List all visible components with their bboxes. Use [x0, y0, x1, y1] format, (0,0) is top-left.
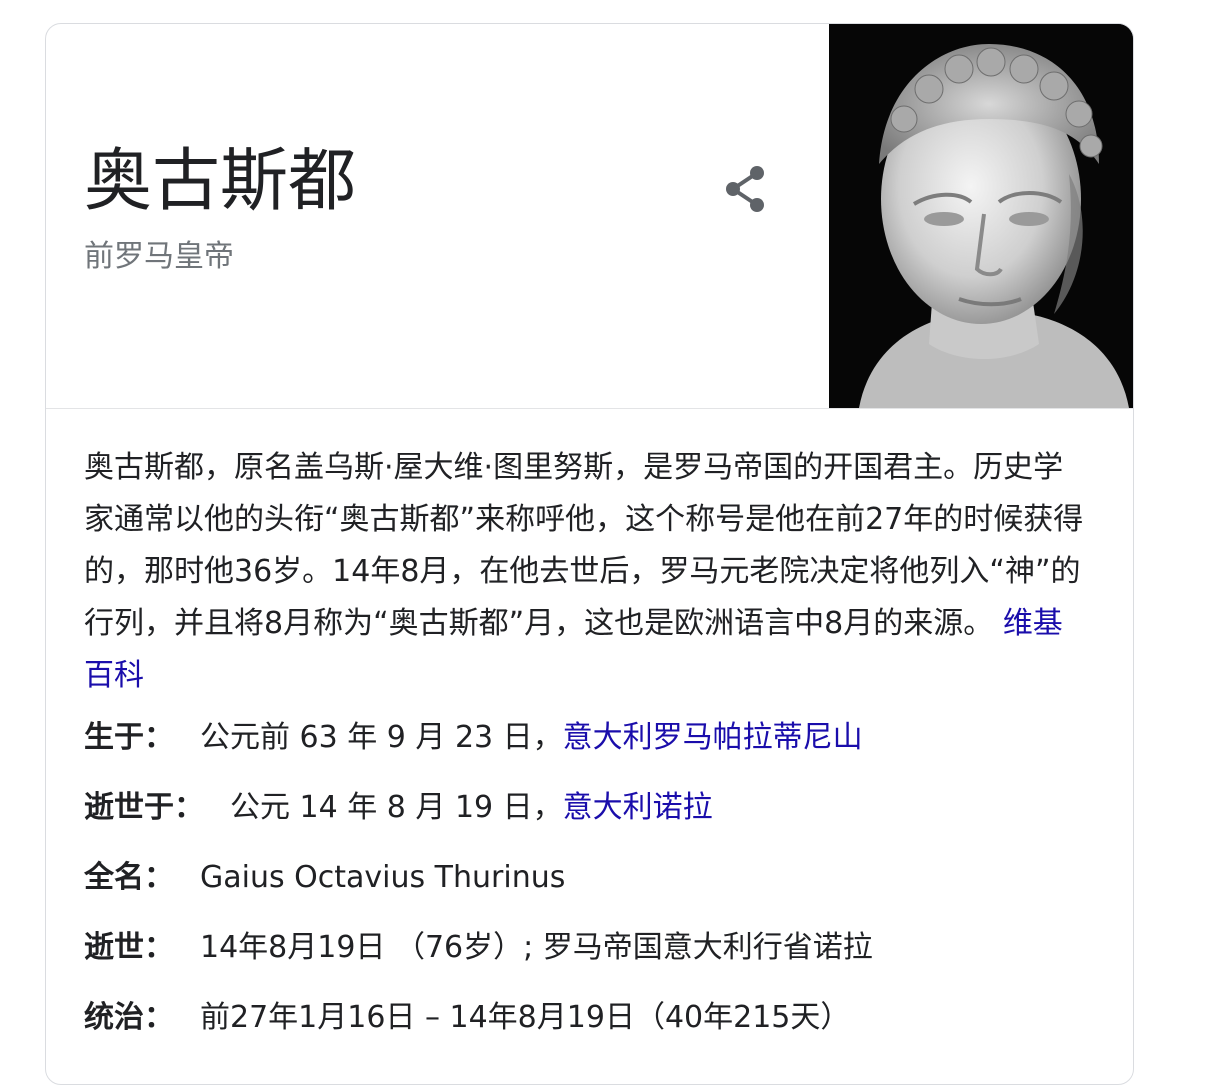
- fact-label: 全名：: [84, 860, 174, 895]
- fact-value: 14年8月19日 （76岁）; 罗马帝国意大利行省诺拉: [200, 930, 873, 965]
- portrait-image[interactable]: [829, 24, 1133, 408]
- page-title: 奥古斯都: [84, 142, 357, 221]
- description: 奥古斯都，原名盖乌斯·屋大维·图里努斯，是罗马帝国的开国君主。历史学家通常以他的…: [84, 442, 1084, 702]
- fact-value: 公元 14 年 8 月 19 日，: [230, 790, 563, 825]
- fact-value: Gaius Octavius Thurinus: [200, 860, 566, 895]
- fact-value: 公元前 63 年 9 月 23 日，: [200, 720, 563, 755]
- fact-died: 逝世： 14年8月19日 （76岁）; 罗马帝国意大利行省诺拉: [84, 930, 1084, 966]
- knowledge-panel: 奥古斯都 前罗马皇帝 奥古斯都，原名盖乌斯·屋大维·图里努斯，是罗马帝国的开国君…: [45, 23, 1134, 1085]
- description-text: 奥古斯都，原名盖乌斯·屋大维·图里努斯，是罗马帝国的开国君主。历史学家通常以他的…: [84, 450, 1084, 641]
- fact-label: 逝世于：: [84, 790, 204, 825]
- share-icon: [726, 166, 764, 212]
- fact-label: 统治：: [84, 1000, 174, 1035]
- fact-reign: 统治： 前27年1月16日 – 14年8月19日（40年215天）: [84, 1000, 1084, 1036]
- facts-list: 生于： 公元前 63 年 9 月 23 日，意大利罗马帕拉蒂尼山 逝世于： 公元 1…: [84, 720, 1084, 1036]
- panel-header: 奥古斯都 前罗马皇帝: [46, 24, 1133, 409]
- marble-bust-image: [829, 24, 1133, 408]
- fact-label: 生于：: [84, 720, 174, 755]
- panel-body: 奥古斯都，原名盖乌斯·屋大维·图里努斯，是罗马帝国的开国君主。历史学家通常以他的…: [84, 442, 1084, 1070]
- deathplace-link[interactable]: 意大利诺拉: [563, 790, 713, 825]
- birthplace-link[interactable]: 意大利罗马帕拉蒂尼山: [563, 720, 863, 755]
- fact-label: 逝世：: [84, 930, 174, 965]
- fact-value: 前27年1月16日 – 14年8月19日（40年215天）: [200, 1000, 851, 1035]
- page-subtitle: 前罗马皇帝: [84, 239, 234, 274]
- fact-full-name: 全名： Gaius Octavius Thurinus: [84, 860, 1084, 896]
- fact-died-in: 逝世于： 公元 14 年 8 月 19 日，意大利诺拉: [84, 790, 1084, 826]
- fact-born: 生于： 公元前 63 年 9 月 23 日，意大利罗马帕拉蒂尼山: [84, 720, 1084, 756]
- share-button[interactable]: [720, 164, 770, 214]
